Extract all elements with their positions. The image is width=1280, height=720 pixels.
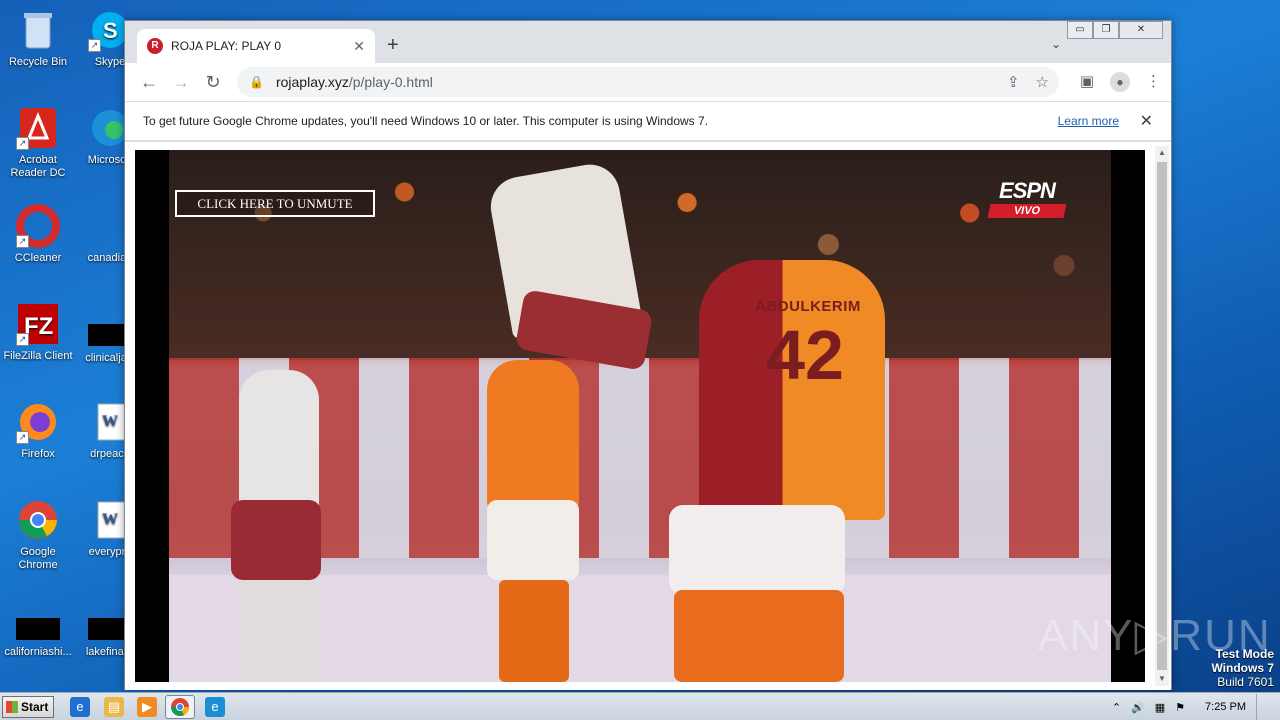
bookmark-star-icon[interactable]: ☆ [1036, 73, 1049, 91]
player-figure [669, 505, 845, 595]
recycle-bin-icon [16, 8, 60, 52]
lock-icon: 🔒 [249, 75, 264, 89]
restore-button[interactable]: ❐ [1093, 21, 1119, 39]
volume-icon[interactable]: 🔊 [1131, 701, 1145, 714]
ccleaner-icon: ↗ [16, 204, 60, 248]
tab-close-icon[interactable]: ✕ [353, 38, 365, 55]
player-figure [231, 500, 321, 580]
desktop-icon-acrobat[interactable]: ↗ Acrobat Reader DC [0, 106, 76, 180]
desktop-icon-firefox[interactable]: ↗ Firefox [0, 400, 76, 461]
broadcaster-logo: ESPN VIVO [987, 178, 1067, 218]
url-path: /p/play-0.html [348, 74, 433, 90]
scroll-down-arrow-icon[interactable]: ▼ [1155, 672, 1169, 686]
video-frame[interactable]: ABDULKERIM 42 CLICK HERE TO UNMUTE ESPN … [169, 150, 1111, 682]
taskbar: Start e ▤ ▶ e ⌃ 🔊 ▦ ⚑ 7:25 PM [0, 692, 1280, 720]
filezilla-icon: FZ ↗ [16, 302, 60, 346]
media-player-icon[interactable]: ▶ [137, 697, 157, 717]
build-number: Build 7601 [1217, 675, 1274, 689]
desktop-icon-filezilla[interactable]: FZ ↗ FileZilla Client [0, 302, 76, 363]
desktop-icon-label: Acrobat Reader DC [10, 154, 66, 179]
address-bar[interactable]: 🔒 rojaplay.xyz/p/play-0.html ⇪ ☆ [237, 67, 1059, 97]
system-tray: ⌃ 🔊 ▦ ⚑ 7:25 PM [1112, 693, 1280, 720]
url-host: rojaplay.xyz [275, 74, 349, 90]
test-mode-notice: Test Mode Windows 7 Build 7601 [1211, 647, 1274, 689]
player-figure [487, 500, 579, 580]
svg-text:W: W [102, 413, 118, 430]
jersey-number: 42 [766, 316, 844, 394]
test-mode-label: Test Mode [1215, 647, 1274, 661]
update-infobar: To get future Google Chrome updates, you… [125, 101, 1171, 141]
close-window-button[interactable]: ✕ [1119, 21, 1163, 39]
minimize-button[interactable]: ▭ [1067, 21, 1093, 39]
espn-logo: ESPN [999, 178, 1056, 203]
desktop-icon-label: CCleaner [14, 252, 62, 264]
roja-favicon-icon: R [147, 38, 163, 54]
infobar-message: To get future Google Chrome updates, you… [143, 114, 709, 128]
learn-more-link[interactable]: Learn more [1058, 114, 1119, 128]
scrollbar-thumb[interactable] [1157, 162, 1167, 670]
new-tab-button[interactable]: + [387, 35, 399, 55]
scroll-up-arrow-icon[interactable]: ▲ [1155, 146, 1169, 160]
chrome-icon [16, 498, 60, 542]
tab-title: ROJA PLAY: PLAY 0 [171, 39, 282, 53]
show-desktop-button[interactable] [1256, 694, 1270, 720]
shortcut-arrow-icon: ↗ [16, 333, 29, 346]
clock[interactable]: 7:25 PM [1205, 701, 1246, 713]
os-name: Windows 7 [1211, 661, 1274, 675]
share-icon[interactable]: ⇪ [1007, 73, 1020, 91]
jersey-name: ABDULKERIM [755, 298, 861, 315]
desktop-icon-label: FileZilla Client [3, 350, 73, 362]
desktop-icon-chrome[interactable]: Google Chrome [0, 498, 76, 572]
player-figure [499, 580, 569, 682]
explorer-folder-icon[interactable]: ▤ [104, 697, 124, 717]
desktop-icon-label: Recycle Bin [8, 56, 68, 68]
infobar-close-icon[interactable]: ✕ [1140, 111, 1153, 131]
forward-arrow-icon[interactable]: → [165, 72, 197, 93]
desktop-icon-label: Google Chrome [18, 546, 58, 571]
unmute-button[interactable]: CLICK HERE TO UNMUTE [175, 190, 375, 217]
side-panel-icon[interactable]: ▣ [1080, 72, 1094, 92]
firefox-icon: ↗ [16, 400, 60, 444]
svg-text:W: W [102, 511, 118, 528]
desktop-icon-ccleaner[interactable]: ↗ CCleaner [0, 204, 76, 265]
edge-taskbar-icon[interactable]: e [205, 697, 225, 717]
window-controls: ▭ ❐ ✕ [1067, 21, 1163, 39]
start-button[interactable]: Start [2, 696, 54, 718]
profile-avatar-icon[interactable]: ● [1110, 72, 1130, 92]
start-label: Start [21, 700, 49, 714]
player-figure [487, 360, 579, 510]
svg-text:S: S [103, 18, 118, 43]
shortcut-arrow-icon: ↗ [16, 431, 29, 444]
player-figure [239, 580, 319, 682]
acrobat-icon: ↗ [16, 106, 60, 150]
windows-logo-icon [6, 701, 18, 713]
back-arrow-icon[interactable]: ← [133, 72, 165, 93]
tray-expand-icon[interactable]: ⌃ [1112, 701, 1121, 714]
desktop-icon-label: californiashi... [4, 646, 72, 658]
page-scrollbar[interactable]: ▲ ▼ [1155, 146, 1169, 686]
action-center-flag-icon[interactable]: ⚑ [1175, 701, 1185, 714]
desktop-icon-label: Firefox [21, 448, 55, 460]
player-figure [674, 590, 844, 682]
chrome-taskbar-button[interactable] [165, 695, 195, 719]
shortcut-arrow-icon: ↗ [16, 137, 29, 150]
browser-tab[interactable]: R ROJA PLAY: PLAY 0 ✕ [137, 29, 375, 63]
live-badge: VIVO [987, 204, 1067, 218]
desktop-icon-californiashi[interactable]: californiashi... [0, 606, 76, 659]
ie-icon[interactable]: e [70, 697, 90, 717]
browser-toolbar: ← → ↻ 🔒 rojaplay.xyz/p/play-0.html ⇪ ☆ ▣… [125, 63, 1171, 101]
shortcut-arrow-icon: ↗ [16, 235, 29, 248]
file-icon [16, 618, 60, 640]
shortcut-arrow-icon: ↗ [88, 39, 101, 52]
chrome-window: ▭ ❐ ✕ R ROJA PLAY: PLAY 0 ✕ + ⌄ ← → ↻ 🔒 … [124, 20, 1172, 690]
desktop-icon-recycle-bin[interactable]: Recycle Bin [0, 8, 76, 69]
video-player[interactable]: ABDULKERIM 42 CLICK HERE TO UNMUTE ESPN … [135, 150, 1145, 682]
network-icon[interactable]: ▦ [1155, 701, 1165, 714]
player-figure [239, 370, 319, 520]
tab-search-chevron-icon[interactable]: ⌄ [1051, 37, 1061, 51]
page-content: ABDULKERIM 42 CLICK HERE TO UNMUTE ESPN … [125, 142, 1171, 690]
reload-icon[interactable]: ↻ [197, 72, 229, 93]
menu-kebab-icon[interactable]: ⋮ [1146, 72, 1161, 92]
